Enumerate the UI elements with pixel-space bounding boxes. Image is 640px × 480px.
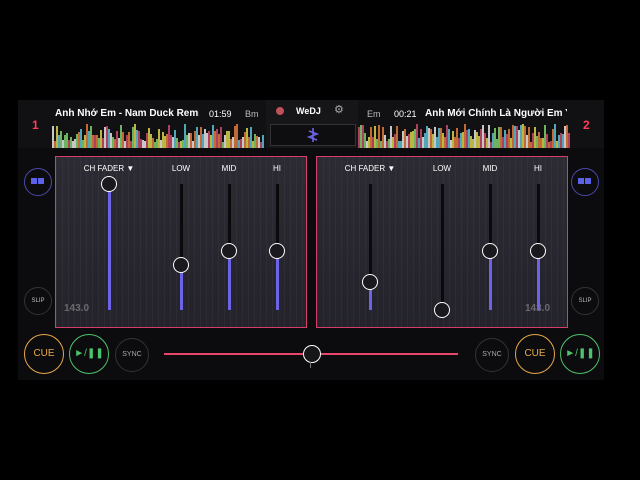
- deck-1-cue-button[interactable]: CUE: [24, 334, 64, 374]
- deck-2-track-title[interactable]: Anh Mới Chính Là Người Em Yêu: [425, 108, 567, 119]
- deck-2-loop-button[interactable]: [571, 168, 599, 196]
- hi-label: HI: [273, 164, 281, 173]
- deck-2-time: 00:21: [394, 109, 417, 119]
- deck-1-play-pause-button[interactable]: ►/❚❚: [69, 334, 109, 374]
- deck-2-cue-button[interactable]: CUE: [515, 334, 555, 374]
- low-label: LOW: [432, 164, 452, 173]
- gear-icon[interactable]: ⚙: [334, 103, 344, 116]
- dj-app: 1 Anh Nhớ Em - Nam Duck Remix 01:59 Bm W…: [18, 100, 604, 380]
- fx-button[interactable]: [270, 124, 356, 146]
- hi-fader-knob[interactable]: [530, 242, 546, 259]
- low-fader-track[interactable]: [180, 184, 183, 310]
- mid-label: MID: [221, 164, 237, 173]
- deck-1-bpm: 143.0: [64, 303, 90, 314]
- hi-fader-knob[interactable]: [269, 242, 285, 259]
- center-header: WeDJ ⚙: [266, 100, 358, 148]
- mid-fader-fill: [228, 250, 231, 310]
- mid-fader-knob[interactable]: [482, 242, 498, 259]
- deck-1-time: 01:59: [209, 109, 232, 119]
- waveform-icon: [306, 128, 320, 142]
- brand-logo: WeDJ: [296, 106, 321, 116]
- ch-fader-fader-fill: [108, 184, 111, 310]
- top-bar: 1 Anh Nhớ Em - Nam Duck Remix 01:59 Bm W…: [18, 100, 604, 148]
- deck-2-key: Em: [367, 109, 381, 119]
- deck-1-number: 1: [32, 118, 39, 132]
- mid-fader-fill: [489, 250, 492, 310]
- hi-fader-fill: [276, 250, 279, 310]
- deck-2-number: 2: [583, 118, 590, 132]
- low-fader-knob[interactable]: [173, 256, 189, 273]
- ch-fader-fader-track[interactable]: [369, 184, 372, 310]
- mid-fader-knob[interactable]: [221, 242, 237, 259]
- deck-2-waveform[interactable]: [358, 124, 570, 148]
- ch-fader-label[interactable]: CH FADER ▼: [345, 164, 396, 173]
- deck-1-key: Bm: [245, 109, 259, 119]
- deck-2-sync-button[interactable]: SYNC: [475, 338, 509, 372]
- low-label: LOW: [171, 164, 191, 173]
- deck-1-waveform[interactable]: [52, 124, 264, 148]
- ch-fader-label[interactable]: CH FADER ▼: [84, 164, 135, 173]
- record-icon[interactable]: [276, 107, 284, 115]
- ch-fader-fader-knob[interactable]: [101, 176, 117, 192]
- deck-1-sync-button[interactable]: SYNC: [115, 338, 149, 372]
- deck-1-mixer: CH FADER ▼ LOW MID HI 143.0: [55, 156, 307, 328]
- low-fader-track[interactable]: [441, 184, 444, 310]
- deck-1-loop-button[interactable]: [24, 168, 52, 196]
- deck-2-mixer: CH FADER ▼ LOW MID HI 143.0: [316, 156, 568, 328]
- hi-fader-fill: [537, 250, 540, 310]
- hi-label: HI: [534, 164, 542, 173]
- crossfader-center-tick: [310, 362, 311, 368]
- low-fader-knob[interactable]: [434, 302, 450, 318]
- crossfader-knob[interactable]: [303, 345, 321, 363]
- deck-1-slip-button[interactable]: SLIP: [24, 287, 52, 315]
- deck-1-track-title[interactable]: Anh Nhớ Em - Nam Duck Remix: [55, 108, 199, 119]
- deck-2-play-pause-button[interactable]: ►/❚❚: [560, 334, 600, 374]
- ch-fader-fader-track[interactable]: [108, 184, 111, 310]
- deck-2-slip-button[interactable]: SLIP: [571, 287, 599, 315]
- mid-label: MID: [482, 164, 498, 173]
